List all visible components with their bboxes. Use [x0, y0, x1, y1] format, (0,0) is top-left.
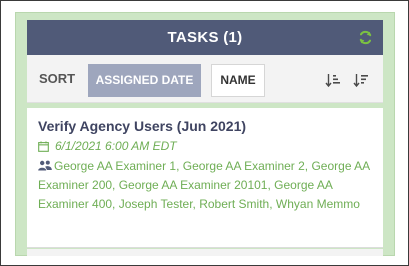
sort-name-button[interactable]: NAME	[211, 64, 265, 97]
task-title[interactable]: Verify Agency Users (Jun 2021)	[38, 118, 246, 134]
tasks-title: TASKS (1)	[167, 29, 243, 46]
sort-label: SORT	[39, 71, 76, 86]
task-date: 6/1/2021 6:00 AM EDT	[55, 139, 177, 153]
sort-assigned-date-button[interactable]: ASSIGNED DATE	[88, 64, 201, 97]
tasks-panel: TASKS (1) SORT ASSIGNED DATE NAME Verify…	[15, 12, 395, 256]
tasks-header: TASKS (1)	[27, 20, 383, 55]
window-frame: TASKS (1) SORT ASSIGNED DATE NAME Verify…	[0, 0, 409, 266]
task-assignees-text: George AA Examiner 1, George AA Examiner…	[38, 159, 370, 211]
task-date-row: 6/1/2021 6:00 AM EDT	[38, 138, 177, 154]
list-footer	[27, 249, 383, 256]
refresh-icon[interactable]	[358, 30, 373, 45]
sort-descending-icon[interactable]	[353, 72, 369, 88]
sort-bar: SORT ASSIGNED DATE NAME	[27, 55, 383, 103]
task-card[interactable]: Verify Agency Users (Jun 2021) 6/1/2021 …	[27, 108, 383, 248]
calendar-icon	[38, 140, 49, 152]
sort-ascending-icon[interactable]	[325, 72, 341, 88]
users-icon	[38, 160, 52, 171]
task-assignees: George AA Examiner 1, George AA Examiner…	[38, 157, 378, 214]
